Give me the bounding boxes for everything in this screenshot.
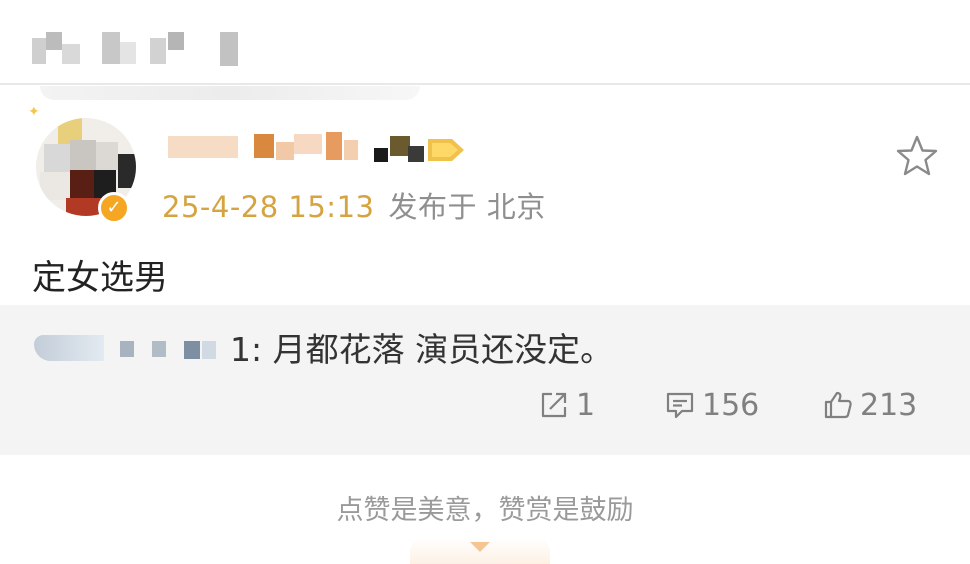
like-count: 213 (860, 387, 918, 423)
thumbs-up-icon (824, 391, 852, 419)
pixelated-reply-username[interactable] (34, 333, 229, 363)
post-meta: 25-4-28 15:13 发布于 北京 (162, 184, 546, 226)
post-location: 发布于 北京 (388, 190, 546, 224)
post-text: 定女选男 (32, 258, 168, 298)
weibo-post-screen: ✦ ✓ 25-4-28 15:13 发布于 北京 定女选男 1: 月都花落 演员还… (0, 0, 970, 564)
comment-icon (666, 392, 694, 419)
star-icon[interactable] (895, 134, 939, 178)
reward-hint-text: 点赞是美意，赞赏是鼓励 (336, 495, 634, 526)
pixelated-username[interactable] (168, 128, 468, 170)
repost-count: 1 (576, 387, 596, 423)
reward-tab[interactable] (410, 538, 550, 564)
chevron-down-icon (470, 542, 490, 552)
comment-count: 156 (702, 387, 760, 423)
verified-badge-icon: ✓ (98, 192, 130, 224)
repost-icon (541, 392, 567, 418)
top-header (0, 0, 970, 85)
post-timestamp: 25-4-28 15:13 (162, 190, 375, 224)
card-top-edge (40, 86, 420, 100)
comment-button[interactable]: 156 (664, 384, 759, 426)
pixelated-header-title (32, 32, 242, 68)
repost-button[interactable]: 1 (538, 384, 595, 426)
vip-level-icon (428, 139, 464, 161)
reply-text: 1: 月都花落 演员还没定。 (230, 330, 614, 369)
like-button[interactable]: 213 (822, 384, 917, 426)
sparkle-icon: ✦ (28, 104, 40, 120)
